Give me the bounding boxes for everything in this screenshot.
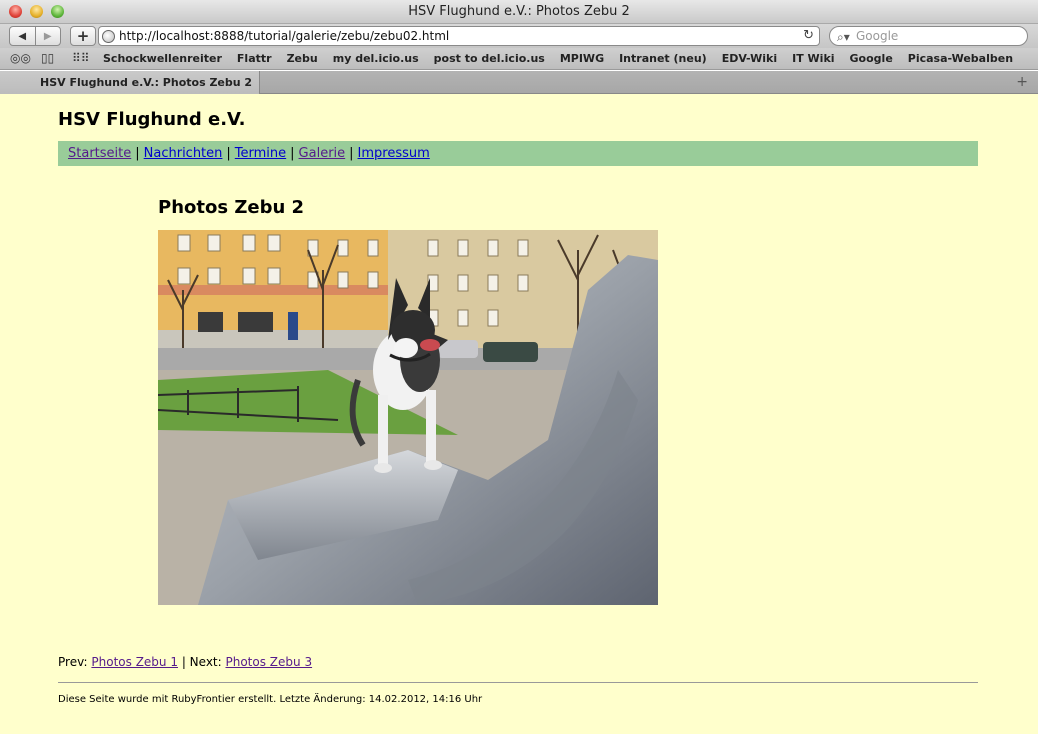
search-field[interactable]: ⌕▾ Google: [829, 26, 1028, 46]
reload-icon[interactable]: ↻: [803, 27, 814, 45]
photo-title: Photos Zebu 2: [158, 197, 305, 218]
forward-button[interactable]: ▶: [36, 27, 61, 45]
bookmark-item[interactable]: Google: [850, 52, 893, 65]
bookmark-item[interactable]: Flattr: [237, 52, 272, 65]
url-text: http://localhost:8888/tutorial/galerie/z…: [119, 29, 450, 43]
footer-divider: [58, 682, 978, 683]
bookmark-item[interactable]: IT Wiki: [792, 52, 834, 65]
search-icon: ⌕▾: [837, 30, 850, 44]
bookmark-item[interactable]: MPIWG: [560, 52, 604, 65]
tab-active[interactable]: HSV Flughund e.V.: Photos Zebu 2: [0, 71, 260, 94]
back-button[interactable]: ◀: [10, 27, 36, 45]
bookmark-item[interactable]: my del.icio.us: [333, 52, 419, 65]
site-title: HSV Flughund e.V.: [58, 109, 246, 130]
add-bookmark-button[interactable]: +: [70, 26, 96, 46]
nav-separator: |: [135, 146, 140, 161]
bookmark-items: Schockwellenreiter Flattr Zebu my del.icio.…: [103, 52, 1013, 65]
nav-separator: |: [226, 146, 231, 161]
top-sites-grid-icon[interactable]: ⠿⠿: [72, 51, 90, 65]
prev-photo-link[interactable]: Photos Zebu 1: [91, 655, 178, 669]
site-navigation: Startseite | Nachrichten | Termine | Galerie | I…: [58, 141, 978, 166]
dog-photo: [158, 230, 658, 605]
bookmarks-bar: ◎◎ ▯▯ ⠿⠿ Schockwellenreiter Flattr Zebu my …: [0, 48, 1038, 70]
photo-illustration: [158, 230, 658, 605]
nav-link-galerie[interactable]: Galerie: [299, 146, 346, 161]
nav-separator: |: [349, 146, 354, 161]
bookmark-item[interactable]: EDV-Wiki: [722, 52, 777, 65]
browser-toolbar: ◀ ▶ + http://localhost:8888/tutorial/gal…: [0, 24, 1038, 48]
page-content: HSV Flughund e.V. Startseite | Nachrichten…: [0, 94, 1038, 734]
window-title: HSV Flughund e.V.: Photos Zebu 2: [408, 4, 630, 19]
next-photo-link[interactable]: Photos Zebu 3: [226, 655, 313, 669]
nav-link-nachrichten[interactable]: Nachrichten: [144, 146, 223, 161]
bookmark-item[interactable]: Zebu: [287, 52, 318, 65]
nav-link-termine[interactable]: Termine: [235, 146, 286, 161]
address-bar[interactable]: http://localhost:8888/tutorial/galerie/z…: [98, 26, 820, 46]
bookmark-item[interactable]: Schockwellenreiter: [103, 52, 222, 65]
prev-next-navigation: Prev: Photos Zebu 1 | Next: Photos Zebu …: [58, 655, 312, 669]
bookmark-item[interactable]: Picasa-Webalben: [908, 52, 1013, 65]
prev-label: Prev:: [58, 655, 88, 669]
tab-bar: HSV Flughund e.V.: Photos Zebu 2 +: [0, 71, 1038, 94]
nav-buttons: ◀ ▶: [9, 26, 61, 46]
globe-icon: [102, 30, 115, 43]
nav-link-impressum[interactable]: Impressum: [358, 146, 430, 161]
nav-separator: |: [290, 146, 295, 161]
reading-list-icon[interactable]: ◎◎: [10, 51, 31, 65]
search-placeholder: Google: [856, 29, 899, 43]
bookmark-item[interactable]: Intranet (neu): [619, 52, 707, 65]
window-titlebar: HSV Flughund e.V.: Photos Zebu 2: [0, 0, 1038, 24]
bookmarks-book-icon[interactable]: ▯▯: [41, 51, 54, 65]
nav-link-startseite[interactable]: Startseite: [68, 146, 131, 161]
bookmark-item[interactable]: post to del.icio.us: [434, 52, 545, 65]
new-tab-button[interactable]: +: [1016, 74, 1028, 90]
footer-text: Diese Seite wurde mit RubyFrontier erste…: [58, 694, 483, 705]
next-label: | Next:: [181, 655, 222, 669]
